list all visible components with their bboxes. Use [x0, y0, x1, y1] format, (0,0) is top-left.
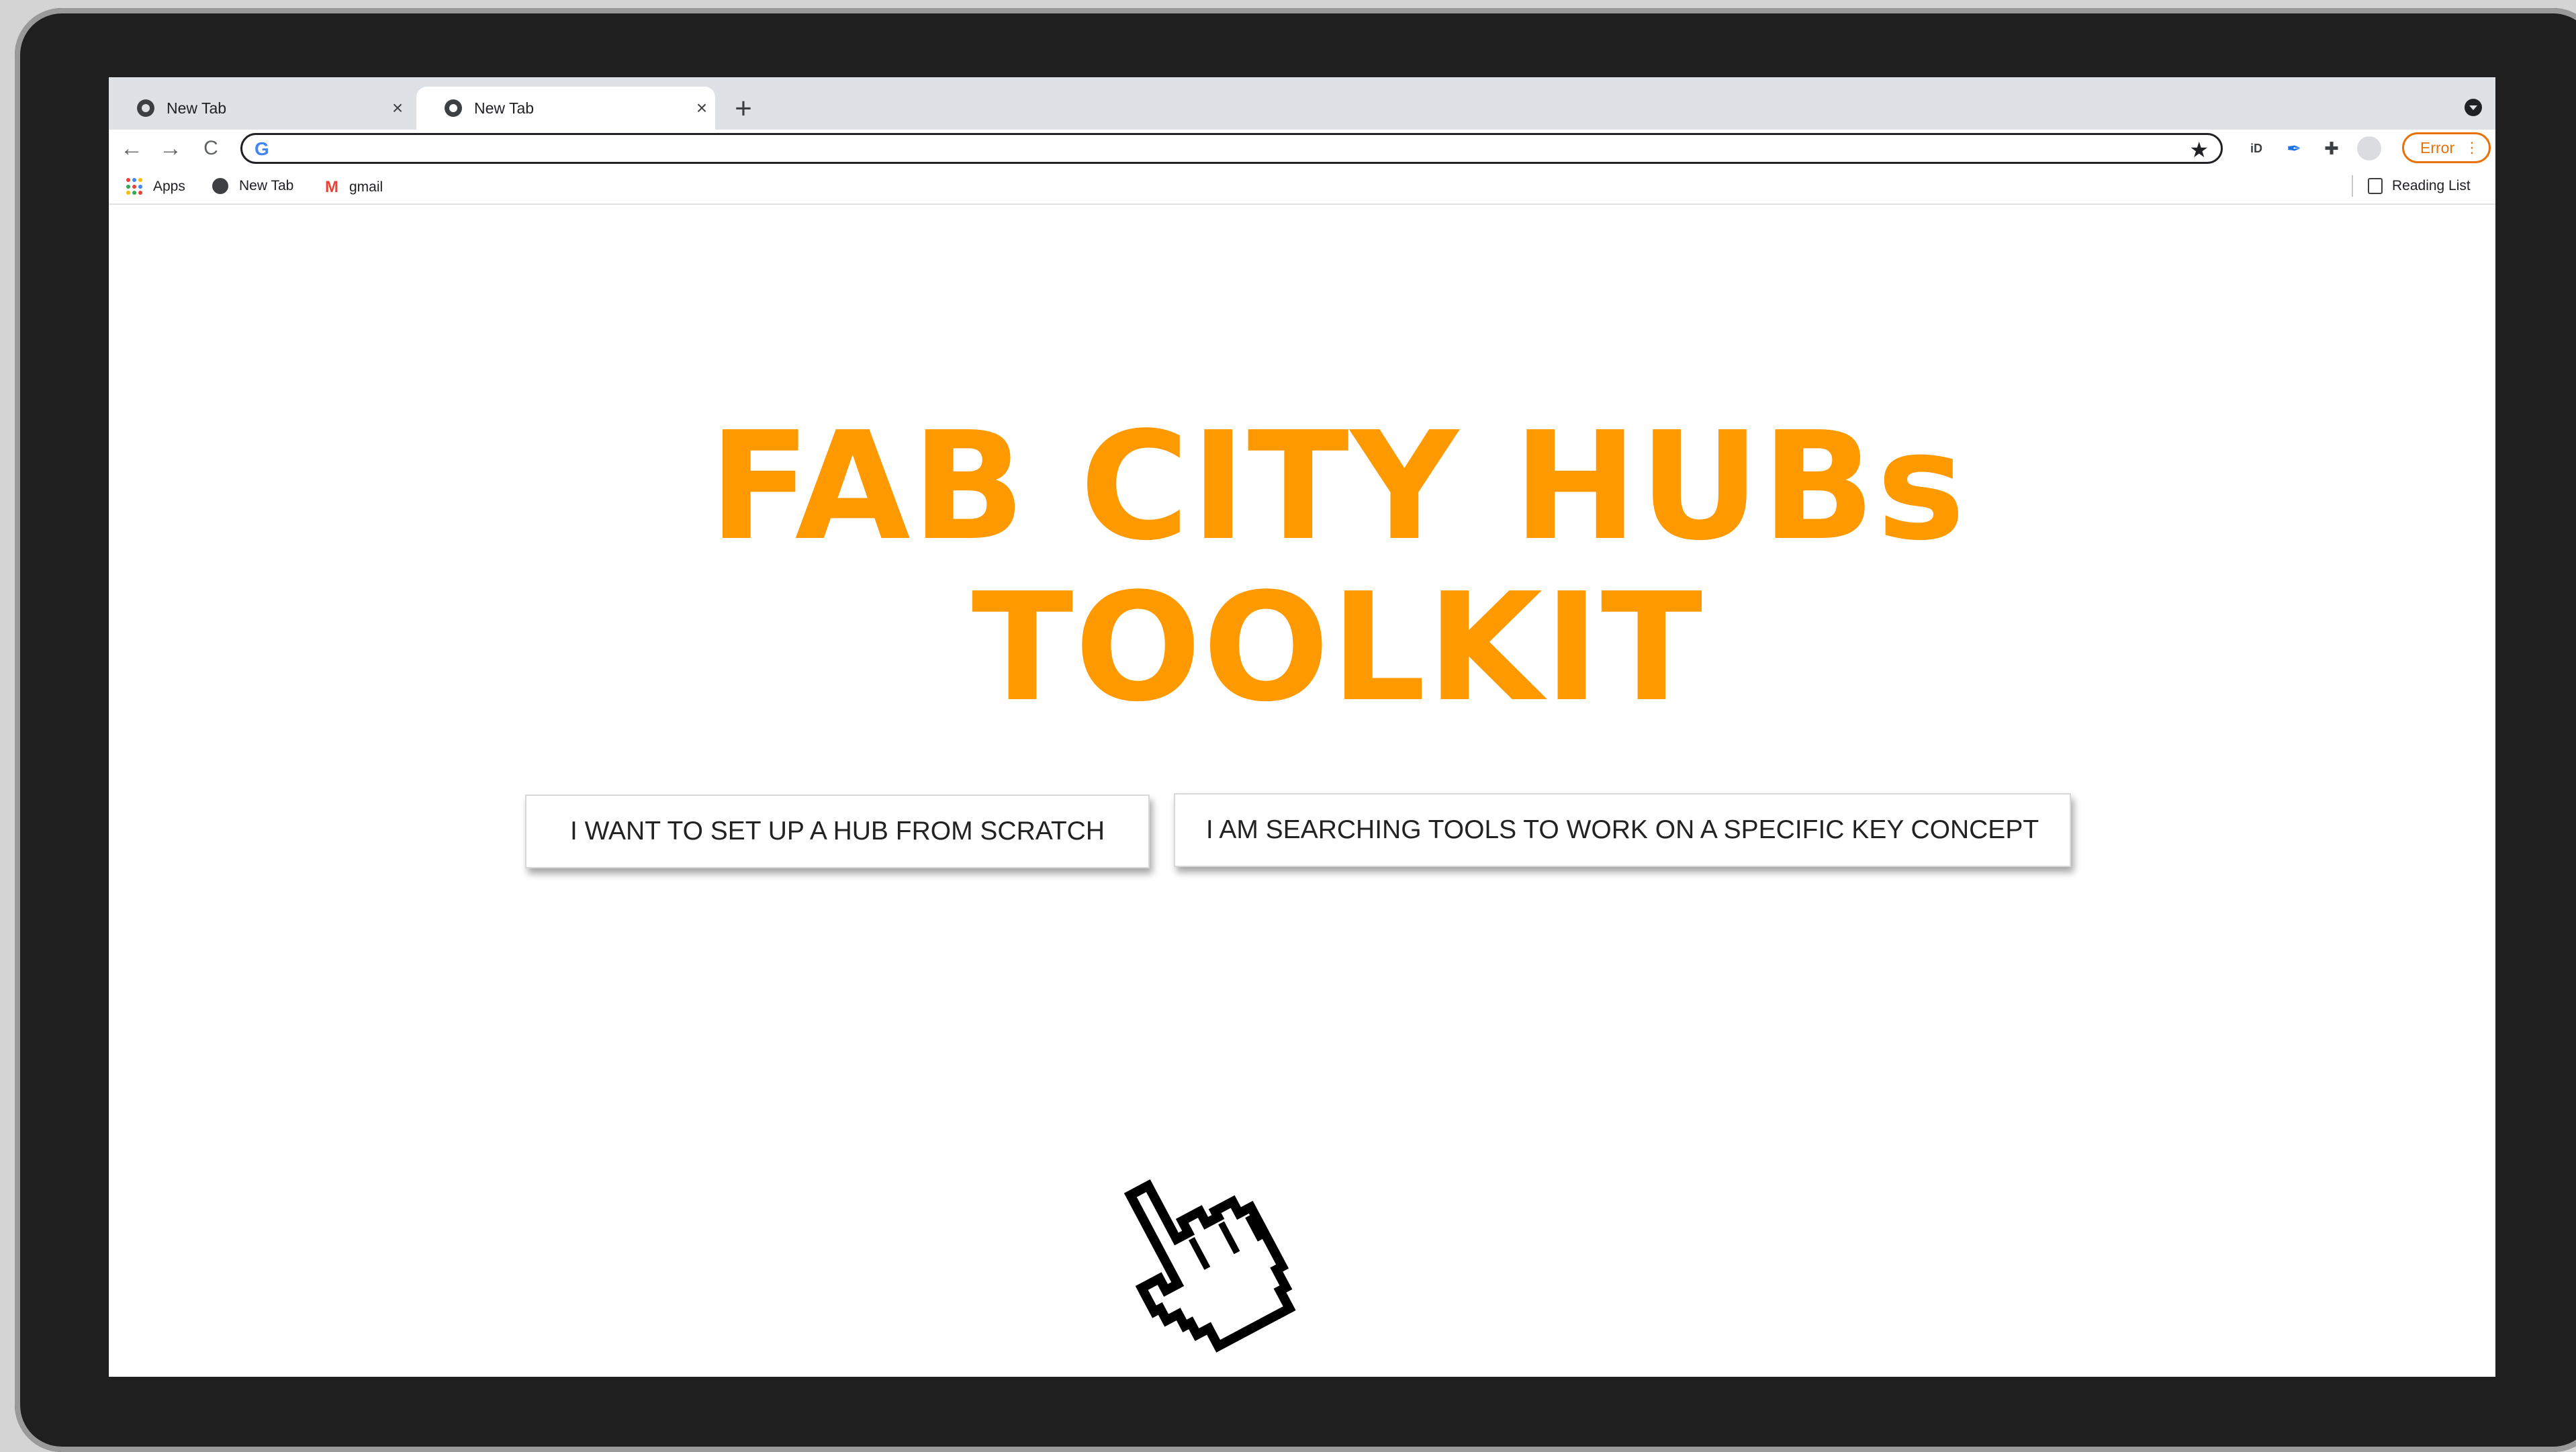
error-label: Error [2420, 139, 2455, 156]
reading-list-button[interactable]: Reading List [2368, 178, 2471, 194]
tab-title: New Tab [474, 99, 535, 117]
tab-1[interactable]: New Tab × [109, 87, 411, 130]
bookmark-new-tab[interactable]: New Tab [212, 178, 293, 194]
browser-window: New Tab × New Tab × + ← → C G ★ iD ✒ ✚ E… [109, 77, 2495, 1377]
chrome-icon [445, 99, 462, 117]
tab-close-icon[interactable]: × [688, 97, 715, 119]
bookmarks-bar: Apps New Tab M gmail Reading List [109, 169, 2495, 205]
error-button[interactable]: Error ⋮ [2402, 132, 2491, 163]
toolbar: ← → C G ★ iD ✒ ✚ Error ⋮ [109, 130, 2495, 169]
hero-title-line-2: TOOLKIT [971, 561, 1704, 735]
bookmarks-divider [2352, 175, 2353, 197]
profile-avatar-icon[interactable] [2357, 136, 2381, 161]
menu-dots-icon: ⋮ [2465, 139, 2479, 156]
extensions-puzzle-icon[interactable]: ✚ [2319, 138, 2344, 159]
hero-title-line-1: FAB CITY HUBs [708, 400, 1967, 574]
back-button[interactable]: ← [118, 135, 145, 162]
reading-list-label: Reading List [2392, 178, 2471, 193]
search-tools-button[interactable]: I AM SEARCHING TOOLS TO WORK ON A SPECIF… [1174, 793, 2071, 867]
bookmark-apps[interactable]: Apps [126, 178, 185, 195]
hero-title: FAB CITY HUBs TOOLKIT [686, 406, 1989, 729]
bookmark-star-icon[interactable]: ★ [2189, 137, 2209, 163]
page-content: FAB CITY HUBs TOOLKIT I WANT TO SET UP A… [109, 205, 2495, 1377]
setup-hub-button[interactable]: I WANT TO SET UP A HUB FROM SCRATCH [525, 795, 1150, 868]
extension-id-icon[interactable]: iD [2243, 138, 2270, 159]
bookmark-label: Apps [153, 179, 185, 194]
bookmark-label: New Tab [239, 178, 294, 193]
address-bar[interactable]: G ★ [240, 133, 2223, 164]
gmail-icon: M [325, 178, 338, 196]
globe-icon [212, 178, 228, 194]
hand-pointer-icon [1123, 1179, 1296, 1353]
tab-close-icon[interactable]: × [384, 97, 411, 119]
tab-2-active[interactable]: New Tab × [416, 87, 715, 130]
tab-title: New Tab [167, 99, 227, 117]
chrome-icon [137, 99, 154, 117]
forward-button[interactable]: → [157, 135, 184, 162]
reading-list-icon [2368, 178, 2383, 194]
extension-pen-icon[interactable]: ✒ [2282, 138, 2306, 159]
bookmark-label: gmail [349, 179, 383, 195]
new-tab-button[interactable]: + [727, 92, 760, 126]
tab-strip: New Tab × New Tab × + [109, 77, 2495, 130]
bookmark-gmail[interactable]: M gmail [325, 178, 383, 197]
google-icon: G [255, 138, 269, 159]
apps-grid-icon [126, 178, 144, 195]
reload-button[interactable]: C [197, 135, 224, 162]
tab-search-icon[interactable] [2465, 99, 2482, 116]
